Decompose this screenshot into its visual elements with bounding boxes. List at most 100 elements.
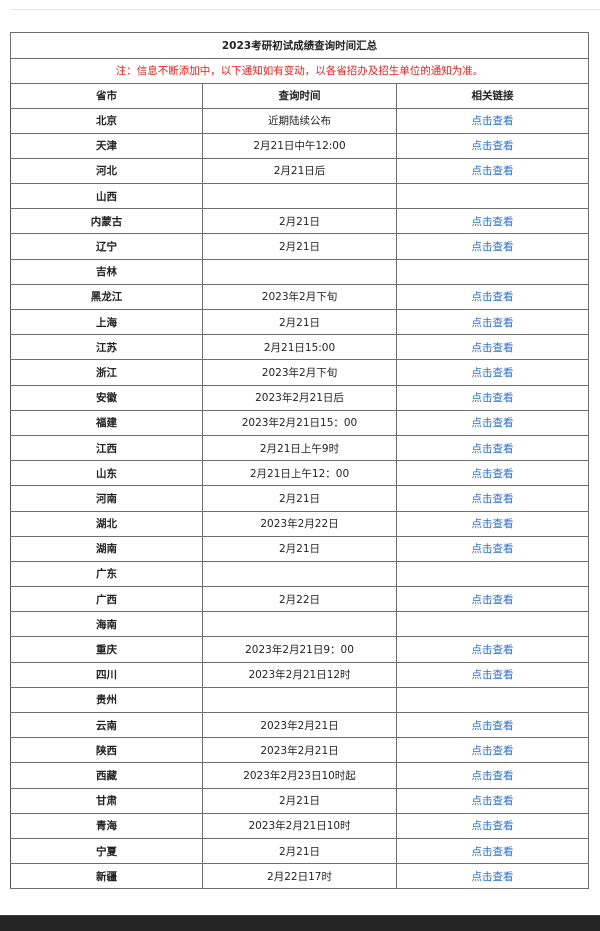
table-row: 海南 [10, 611, 589, 638]
view-details-link[interactable]: 点击查看 [472, 669, 514, 681]
query-time-cell: 2023年2月21日9：00 [202, 636, 397, 663]
view-details-link[interactable]: 点击查看 [472, 216, 514, 228]
view-details-link[interactable]: 点击查看 [472, 115, 514, 127]
table-row: 新疆 2月22日17时 点击查看 [10, 863, 589, 890]
table-row: 广东 [10, 560, 589, 588]
query-time-cell: 2023年2月23日10时起 [202, 762, 397, 789]
province-cell: 湖北 [10, 510, 203, 537]
query-time-cell: 2月21日 [202, 233, 397, 260]
view-details-link[interactable]: 点击查看 [472, 493, 514, 505]
link-cell: 点击查看 [396, 434, 589, 462]
table-title-row: 2023考研初试成绩查询时间汇总 [10, 32, 589, 59]
province-cell: 陕西 [10, 737, 203, 764]
link-cell: 点击查看 [396, 787, 589, 814]
table-row: 江西 2月21日上午9时 点击查看 [10, 434, 589, 462]
province-cell: 云南 [10, 711, 203, 739]
province-cell: 贵州 [10, 686, 203, 714]
view-details-link[interactable]: 点击查看 [472, 795, 514, 807]
link-cell: 点击查看 [396, 409, 589, 436]
table-row: 福建 2023年2月21日15：00 点击查看 [10, 409, 589, 436]
province-cell: 湖南 [10, 535, 203, 562]
view-details-link[interactable]: 点击查看 [472, 820, 514, 832]
table-row: 重庆 2023年2月21日9：00 点击查看 [10, 636, 589, 663]
table-row: 天津 2月21日中午12:00 点击查看 [10, 132, 589, 159]
table-row: 湖北 2023年2月22日 点击查看 [10, 510, 589, 537]
view-details-link[interactable]: 点击查看 [472, 165, 514, 177]
province-cell: 四川 [10, 661, 203, 688]
link-cell: 点击查看 [396, 107, 589, 134]
link-cell: 点击查看 [396, 485, 589, 512]
province-cell: 甘肃 [10, 787, 203, 814]
view-details-link[interactable]: 点击查看 [472, 846, 514, 858]
province-cell: 黑龙江 [10, 283, 203, 311]
province-cell: 西藏 [10, 762, 203, 789]
view-details-link[interactable]: 点击查看 [472, 392, 514, 404]
link-cell [396, 258, 589, 285]
query-time-cell: 2023年2月下旬 [202, 283, 397, 311]
view-details-link[interactable]: 点击查看 [472, 871, 514, 883]
link-cell: 点击查看 [396, 737, 589, 764]
table-row: 安徽 2023年2月21日后 点击查看 [10, 384, 589, 411]
province-cell: 宁夏 [10, 837, 203, 865]
view-details-link[interactable]: 点击查看 [472, 367, 514, 379]
query-time-cell: 2月21日上午12：00 [202, 460, 397, 487]
header-query-time: 查询时间 [202, 82, 397, 109]
province-cell: 广东 [10, 560, 203, 588]
view-details-link[interactable]: 点击查看 [472, 443, 514, 455]
view-details-link[interactable]: 点击查看 [472, 417, 514, 429]
table-row: 青海 2023年2月21日10时 点击查看 [10, 812, 589, 839]
table-row: 四川 2023年2月21日12时 点击查看 [10, 661, 589, 688]
view-details-link[interactable]: 点击查看 [472, 317, 514, 329]
query-time-cell: 2月21日 [202, 535, 397, 562]
view-details-link[interactable]: 点击查看 [472, 720, 514, 732]
link-cell: 点击查看 [396, 157, 589, 185]
table-title: 2023考研初试成绩查询时间汇总 [10, 32, 589, 59]
query-time-cell: 2月21日 [202, 308, 397, 336]
province-cell: 重庆 [10, 636, 203, 663]
view-details-link[interactable]: 点击查看 [472, 770, 514, 782]
province-cell: 新疆 [10, 863, 203, 890]
table-row: 江苏 2月21日15:00 点击查看 [10, 334, 589, 361]
link-cell [396, 686, 589, 714]
table-row: 浙江 2023年2月下旬 点击查看 [10, 359, 589, 386]
view-details-link[interactable]: 点击查看 [472, 518, 514, 530]
view-details-link[interactable]: 点击查看 [472, 291, 514, 303]
query-time-cell [202, 611, 397, 638]
query-time-cell: 2023年2月下旬 [202, 359, 397, 386]
link-cell: 点击查看 [396, 208, 589, 235]
view-details-link[interactable]: 点击查看 [472, 241, 514, 253]
table-row: 贵州 [10, 686, 589, 714]
query-time-cell: 2月21日后 [202, 157, 397, 185]
table-row: 湖南 2月21日 点击查看 [10, 535, 589, 562]
query-time-cell: 2023年2月21日12时 [202, 661, 397, 688]
view-details-link[interactable]: 点击查看 [472, 745, 514, 757]
province-cell: 吉林 [10, 258, 203, 285]
link-cell: 点击查看 [396, 661, 589, 688]
view-details-link[interactable]: 点击查看 [472, 140, 514, 152]
query-time-cell: 近期陆续公布 [202, 107, 397, 134]
table-row: 云南 2023年2月21日 点击查看 [10, 711, 589, 739]
table-note: 注：信息不断添加中，以下通知如有变动，以各省招办及招生单位的通知为准。 [10, 57, 589, 84]
query-time-cell: 2023年2月21日后 [202, 384, 397, 411]
query-time-cell: 2月21日 [202, 787, 397, 814]
view-details-link[interactable]: 点击查看 [472, 342, 514, 354]
table-row: 辽宁 2月21日 点击查看 [10, 233, 589, 260]
table-header-row: 省市 查询时间 相关链接 [10, 82, 589, 109]
query-time-cell [202, 183, 397, 210]
province-cell: 内蒙古 [10, 208, 203, 235]
province-cell: 河北 [10, 157, 203, 185]
view-details-link[interactable]: 点击查看 [472, 468, 514, 480]
province-cell: 青海 [10, 812, 203, 839]
view-details-link[interactable]: 点击查看 [472, 644, 514, 656]
query-time-cell: 2月22日17时 [202, 863, 397, 890]
link-cell: 点击查看 [396, 863, 589, 890]
table-row: 宁夏 2月21日 点击查看 [10, 837, 589, 865]
view-details-link[interactable]: 点击查看 [472, 543, 514, 555]
link-cell: 点击查看 [396, 334, 589, 361]
province-cell: 广西 [10, 586, 203, 613]
query-time-cell: 2023年2月22日 [202, 510, 397, 537]
view-details-link[interactable]: 点击查看 [472, 594, 514, 606]
table-row: 上海 2月21日 点击查看 [10, 308, 589, 336]
table-row: 陕西 2023年2月21日 点击查看 [10, 737, 589, 764]
table-row: 广西 2月22日 点击查看 [10, 586, 589, 613]
